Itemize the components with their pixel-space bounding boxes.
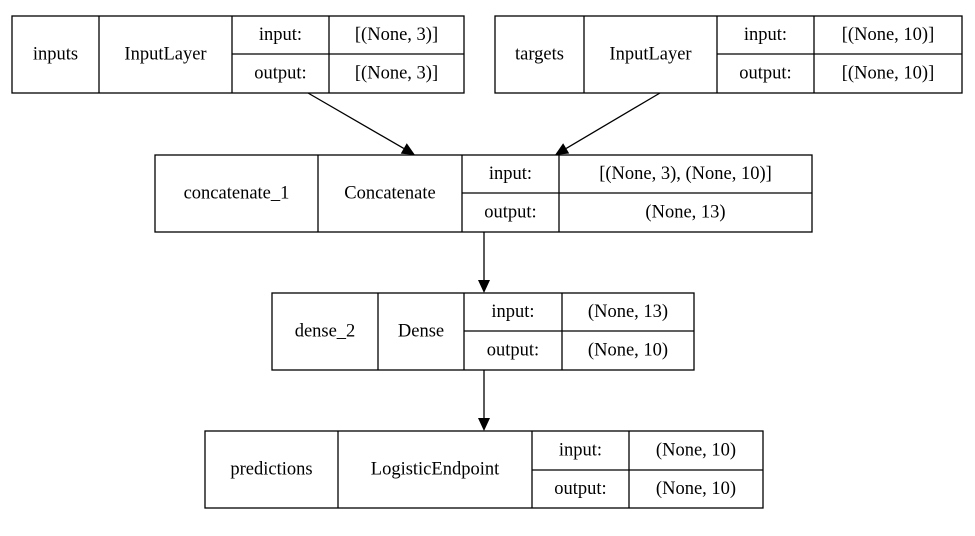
- input-shape: [(None, 10)]: [842, 25, 934, 45]
- edge-targets-to-concatenate_1: [555, 92, 661, 155]
- layer-type: Concatenate: [344, 184, 435, 204]
- output-label: output:: [484, 203, 536, 223]
- layer-node-inputs[interactable]: inputs InputLayer input: [(None, 3)] output:…: [11, 15, 465, 94]
- layer-type: InputLayer: [124, 45, 206, 65]
- output-label: output:: [254, 64, 306, 84]
- input-shape: [(None, 3), (None, 10)]: [599, 164, 772, 184]
- output-label: output:: [487, 341, 539, 361]
- layer-name: dense_2: [295, 322, 356, 342]
- arrowhead-icon: [555, 143, 570, 155]
- output-shape: (None, 13): [645, 203, 725, 223]
- output-label: output:: [554, 479, 606, 499]
- input-label: input:: [491, 302, 534, 322]
- input-shape: (None, 10): [656, 441, 736, 461]
- edge-dense_2-to-predictions: [478, 370, 490, 431]
- output-shape: [(None, 3)]: [355, 64, 438, 84]
- input-label: input:: [489, 164, 532, 184]
- layer-node-predictions[interactable]: predictions LogisticEndpoint input: (None, …: [204, 430, 764, 509]
- arrowhead-icon: [478, 418, 490, 431]
- input-label: input:: [744, 25, 787, 45]
- input-shape: [(None, 3)]: [355, 25, 438, 45]
- layer-name: predictions: [230, 460, 312, 480]
- edge-line: [307, 92, 405, 150]
- output-shape: [(None, 10)]: [842, 64, 934, 84]
- layer-name: concatenate_1: [184, 184, 290, 204]
- input-label: input:: [559, 441, 602, 461]
- layer-node-targets[interactable]: targets InputLayer input: [(None, 10)] outpu…: [494, 15, 963, 94]
- layer-node-dense_2[interactable]: dense_2 Dense input: (None, 13) output: (None…: [271, 292, 695, 371]
- arrowhead-icon: [478, 280, 490, 293]
- layer-type: InputLayer: [609, 45, 691, 65]
- output-label: output:: [739, 64, 791, 84]
- input-label: input:: [259, 25, 302, 45]
- layer-type: LogisticEndpoint: [371, 460, 500, 480]
- arrowhead-icon: [400, 143, 415, 155]
- input-shape: (None, 13): [588, 302, 668, 322]
- layer-type: Dense: [398, 322, 444, 342]
- layer-node-concatenate_1[interactable]: concatenate_1 Concatenate input: [(None, 3)…: [154, 154, 813, 233]
- edge-line: [565, 92, 661, 149]
- layer-name: targets: [515, 45, 564, 65]
- output-shape: (None, 10): [588, 341, 668, 361]
- output-shape: (None, 10): [656, 479, 736, 499]
- edge-inputs-to-concatenate_1: [307, 92, 415, 155]
- layer-name: inputs: [33, 45, 78, 65]
- edge-concatenate_1-to-dense_2: [478, 232, 490, 293]
- model-diagram: inputs InputLayer input: [(None, 3)] output:…: [11, 15, 963, 509]
